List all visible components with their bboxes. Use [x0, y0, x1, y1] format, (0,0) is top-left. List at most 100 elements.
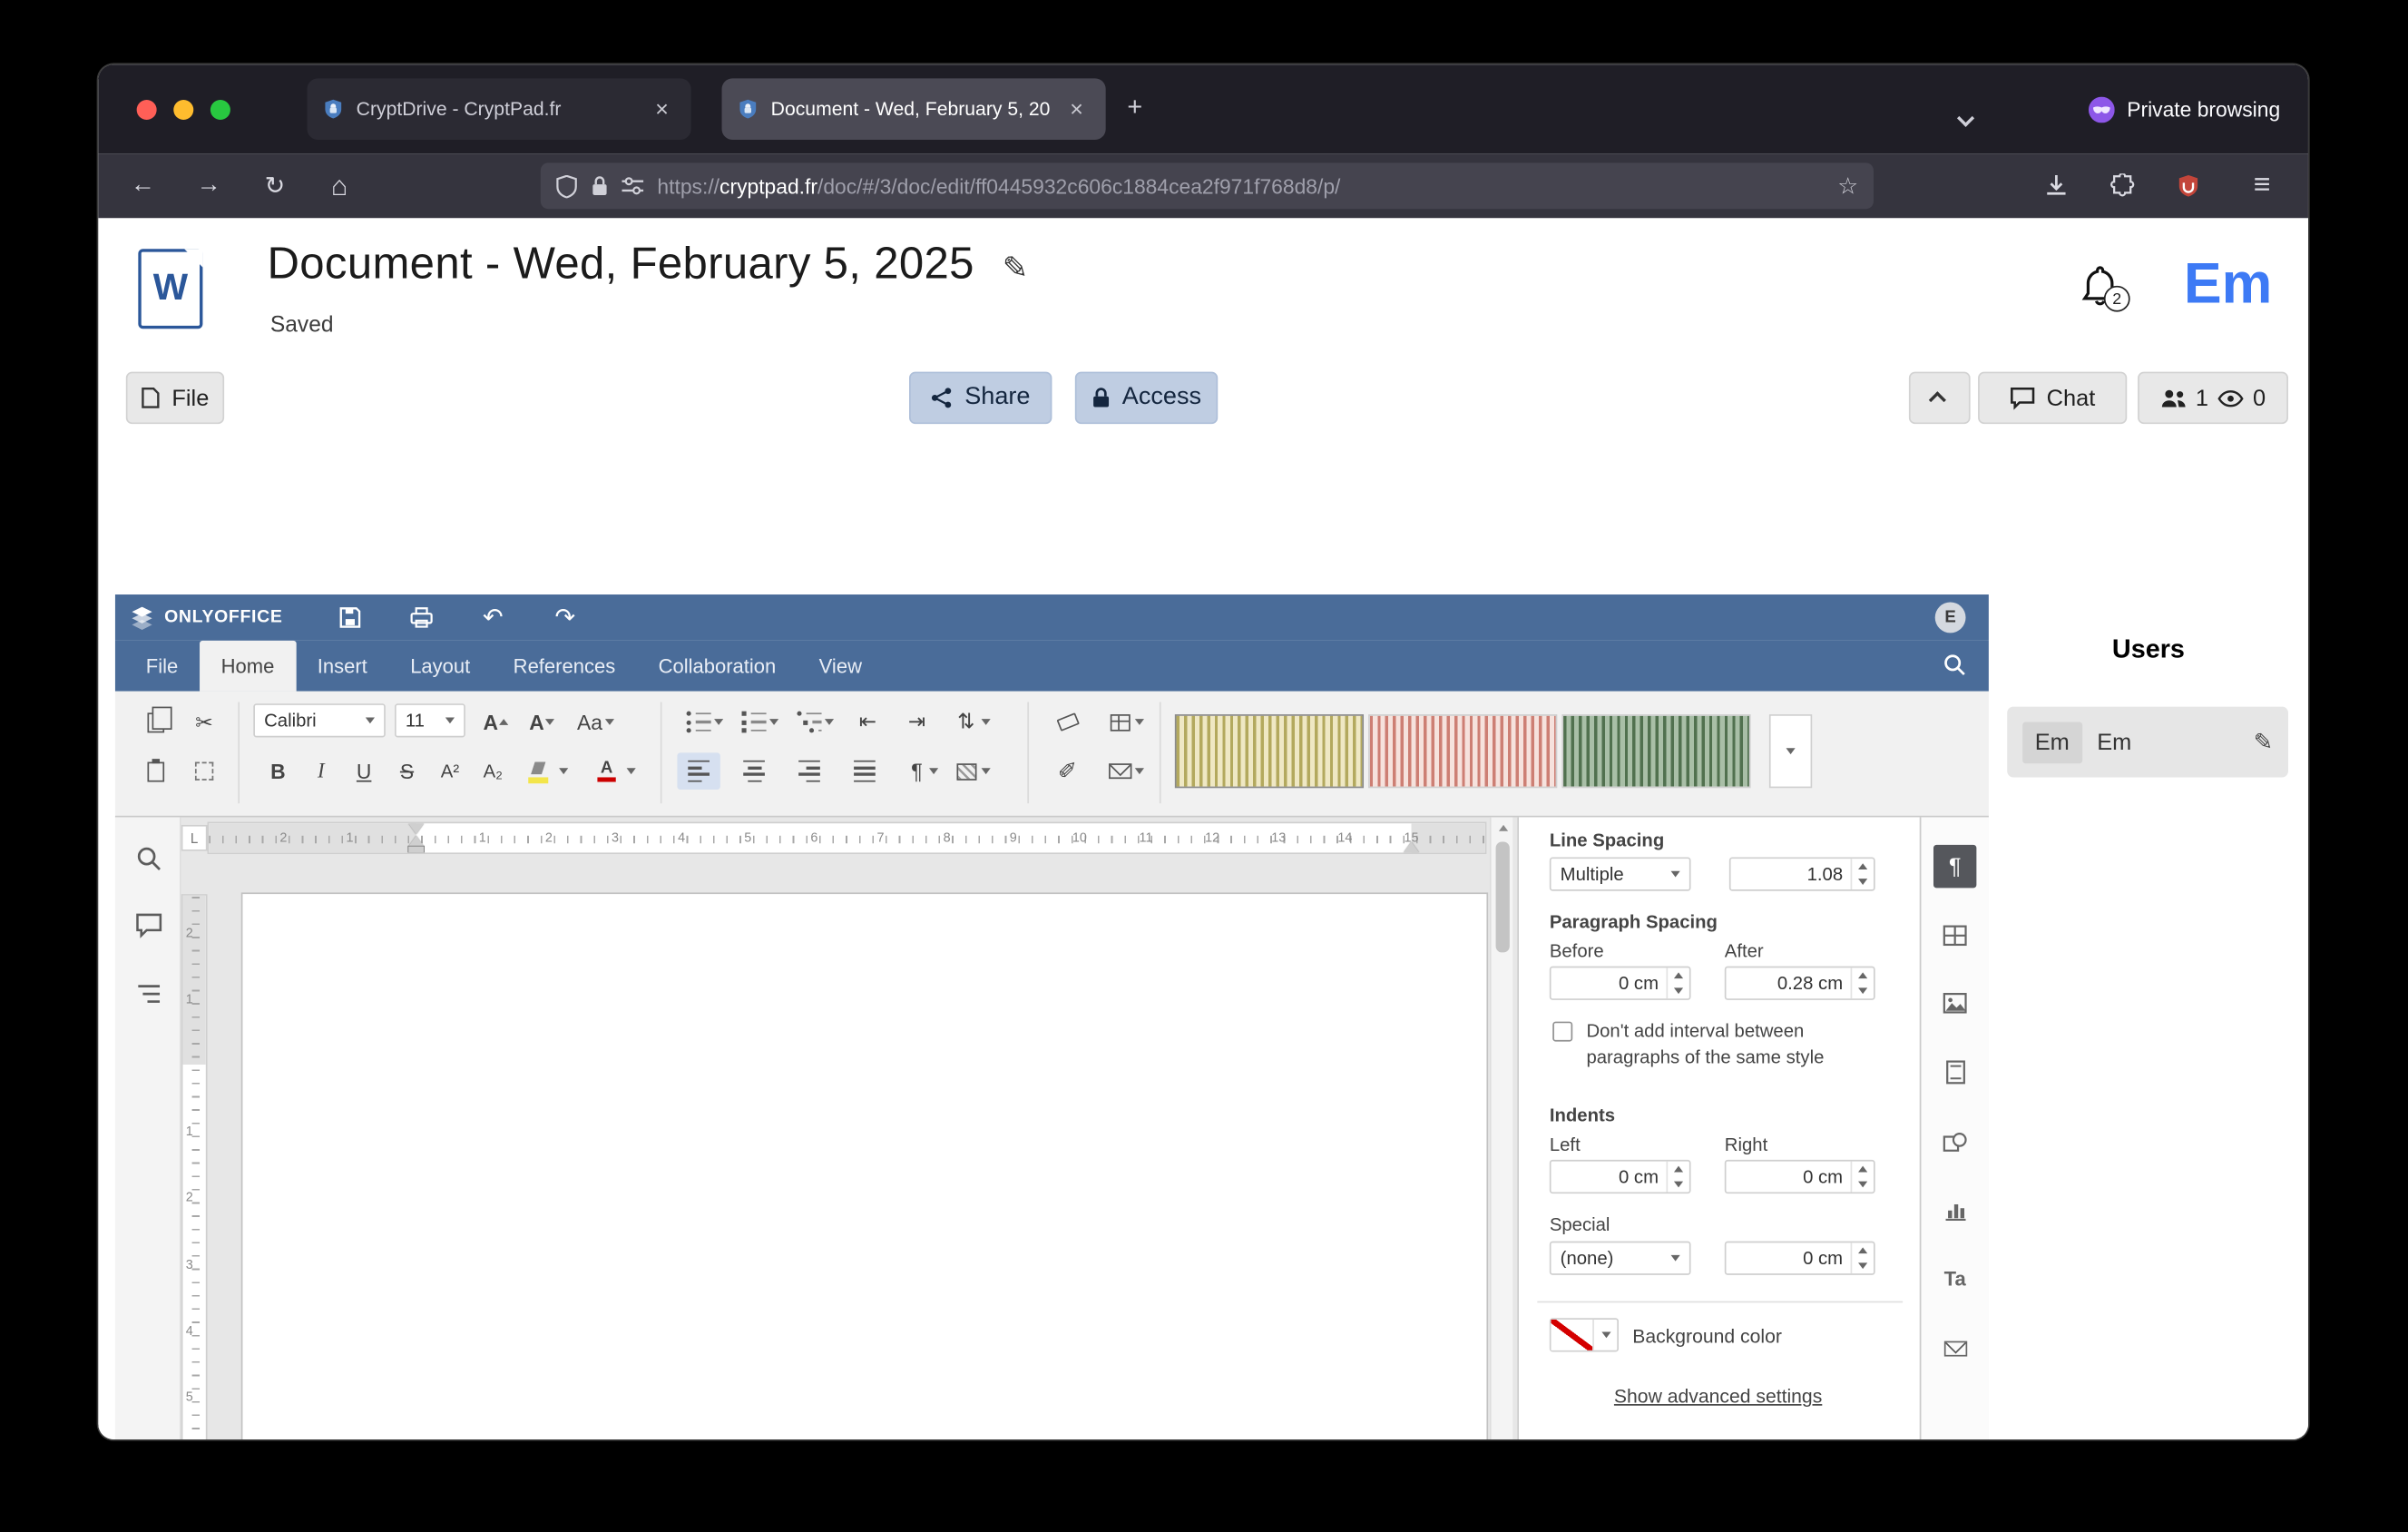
ublock-origin-icon[interactable]	[2176, 173, 2200, 198]
navigation-panel-icon[interactable]	[135, 980, 162, 1007]
style-preview-normal[interactable]	[1175, 714, 1364, 788]
edit-title-pencil-icon[interactable]: ✎	[1003, 252, 1029, 286]
multilevel-list-chevron[interactable]	[820, 703, 838, 741]
permissions-sliders-icon[interactable]	[622, 177, 644, 195]
vertical-scrollbar[interactable]	[1490, 817, 1512, 1439]
advanced-settings-link[interactable]: Show advanced settings	[1614, 1386, 1822, 1408]
menu-hamburger-icon[interactable]: ≡	[2241, 164, 2284, 207]
close-window-button[interactable]	[137, 100, 157, 120]
paragraph-shading-chevron[interactable]	[976, 752, 994, 790]
document-canvas[interactable]: L 21123456789101112131415	[181, 817, 1490, 1439]
bullet-list-chevron[interactable]	[710, 703, 728, 741]
back-button[interactable]: ←	[122, 164, 164, 207]
hanging-indent-marker[interactable]	[408, 836, 424, 847]
table-settings-icon[interactable]	[1933, 914, 1976, 957]
user-list-item[interactable]: Em Em ✎	[2007, 707, 2288, 778]
mail-merge-settings-icon[interactable]	[1933, 1327, 1976, 1370]
tab-close-icon[interactable]: ×	[648, 96, 675, 123]
tab-cryptdrive[interactable]: CryptDrive - CryptPad.fr ×	[308, 78, 691, 140]
numbered-list-chevron[interactable]	[765, 703, 783, 741]
line-spacing-chevron[interactable]	[976, 703, 994, 741]
h-ruler[interactable]: 21123456789101112131415	[208, 822, 1487, 855]
color-scheme-chevron[interactable]	[1131, 703, 1149, 741]
menu-tab-layout[interactable]: Layout	[388, 641, 491, 692]
reload-button[interactable]: ↻	[253, 164, 296, 207]
extensions-puzzle-icon[interactable]	[2110, 173, 2135, 198]
document-title[interactable]: Document - Wed, February 5, 2025 ✎	[268, 240, 1029, 290]
header-footer-settings-icon[interactable]	[1933, 1051, 1976, 1094]
bold-button[interactable]: B	[257, 752, 299, 790]
search-panel-icon[interactable]	[135, 845, 162, 872]
mail-merge-chevron[interactable]	[1131, 752, 1149, 790]
list-tabs-chevron-icon[interactable]	[1960, 104, 1972, 132]
scroll-up-arrow[interactable]	[1492, 817, 1514, 839]
interval-checkbox-label[interactable]: Don't add interval between paragraphs of…	[1586, 1018, 1878, 1071]
font-color-chevron[interactable]	[622, 752, 641, 790]
chart-settings-icon[interactable]	[1933, 1189, 1976, 1232]
url-text[interactable]: https://cryptpad.fr/doc/#/3/doc/edit/ff0…	[657, 174, 1824, 197]
comments-panel-icon[interactable]	[135, 912, 162, 939]
file-menu-button[interactable]: File	[126, 372, 224, 425]
collaborator-avatar[interactable]: E	[1935, 602, 1966, 633]
style-preview-heading[interactable]	[1561, 714, 1750, 788]
decrease-indent-button[interactable]: ⇤	[847, 703, 889, 741]
nonprinting-chars-chevron[interactable]	[925, 752, 943, 790]
spacing-before-spinner[interactable]: 0 cm	[1550, 967, 1691, 1000]
user-list-button[interactable]: 1 0	[2138, 372, 2288, 425]
menu-tab-view[interactable]: View	[798, 641, 884, 692]
subscript-button[interactable]: A₂	[472, 752, 514, 790]
minimize-window-button[interactable]	[173, 100, 193, 120]
chat-button[interactable]: Chat	[1978, 372, 2127, 425]
forward-button[interactable]: →	[187, 164, 230, 207]
menu-tab-collaboration[interactable]: Collaboration	[637, 641, 798, 692]
font-name-select[interactable]: Calibri	[253, 703, 386, 737]
align-center-button[interactable]	[732, 752, 775, 790]
tab-stop-selector[interactable]: L	[181, 825, 208, 851]
document-page[interactable]	[242, 894, 1486, 1439]
increase-indent-button[interactable]: ⇥	[896, 703, 938, 741]
spacing-after-spinner[interactable]: 0.28 cm	[1725, 967, 1875, 1000]
change-case-button[interactable]: Aa	[570, 703, 622, 741]
strikethrough-button[interactable]: S	[386, 752, 428, 790]
interval-checkbox[interactable]	[1552, 1022, 1572, 1042]
line-spacing-value-spinner[interactable]: 1.08	[1729, 857, 1875, 890]
url-bar[interactable]: https://cryptpad.fr/doc/#/3/doc/edit/ff0…	[541, 162, 1874, 209]
select-all-button[interactable]	[182, 752, 225, 790]
indent-left-spinner[interactable]: 0 cm	[1550, 1160, 1691, 1193]
downloads-icon[interactable]	[2044, 173, 2069, 198]
style-preview-no-spacing[interactable]	[1368, 714, 1557, 788]
align-right-button[interactable]	[788, 752, 830, 790]
undo-button[interactable]: ↶	[470, 594, 516, 641]
indent-right-spinner[interactable]: 0 cm	[1725, 1160, 1875, 1193]
access-button[interactable]: Access	[1075, 372, 1218, 425]
collapse-toolbar-button[interactable]	[1909, 372, 1971, 425]
underline-button[interactable]: U	[342, 752, 385, 790]
clear-style-button[interactable]	[1046, 703, 1089, 741]
bookmark-star-icon[interactable]: ☆	[1837, 172, 1858, 200]
cut-button[interactable]: ✂	[182, 703, 225, 741]
paste-button[interactable]	[133, 752, 176, 790]
tracking-protection-shield-icon[interactable]	[556, 174, 578, 197]
v-ruler[interactable]: 21123456	[181, 894, 208, 1439]
edit-user-pencil-icon[interactable]: ✎	[2254, 728, 2273, 755]
copy-style-button[interactable]: ✐	[1046, 752, 1089, 790]
style-gallery-expand[interactable]	[1769, 714, 1812, 788]
maximize-window-button[interactable]	[210, 100, 230, 120]
font-size-select[interactable]: 11	[395, 703, 465, 737]
left-indent-marker[interactable]	[408, 847, 424, 853]
menu-tab-insert[interactable]: Insert	[296, 641, 388, 692]
shape-settings-icon[interactable]	[1933, 1120, 1976, 1163]
lock-icon[interactable]	[592, 175, 609, 197]
share-button[interactable]: Share	[909, 372, 1052, 425]
special-select[interactable]: (none)	[1550, 1242, 1691, 1275]
superscript-button[interactable]: A²	[428, 752, 471, 790]
menu-tab-home[interactable]: Home	[200, 641, 296, 692]
background-color-swatch[interactable]	[1550, 1318, 1619, 1351]
paragraph-settings-icon[interactable]: ¶	[1933, 845, 1976, 888]
line-spacing-select[interactable]: Multiple	[1550, 857, 1691, 890]
italic-button[interactable]: I	[299, 752, 342, 790]
decrease-font-button[interactable]: A	[521, 703, 563, 741]
copy-button[interactable]	[133, 703, 176, 741]
align-justify-button[interactable]	[843, 752, 886, 790]
new-tab-button[interactable]: +	[1127, 93, 1142, 123]
